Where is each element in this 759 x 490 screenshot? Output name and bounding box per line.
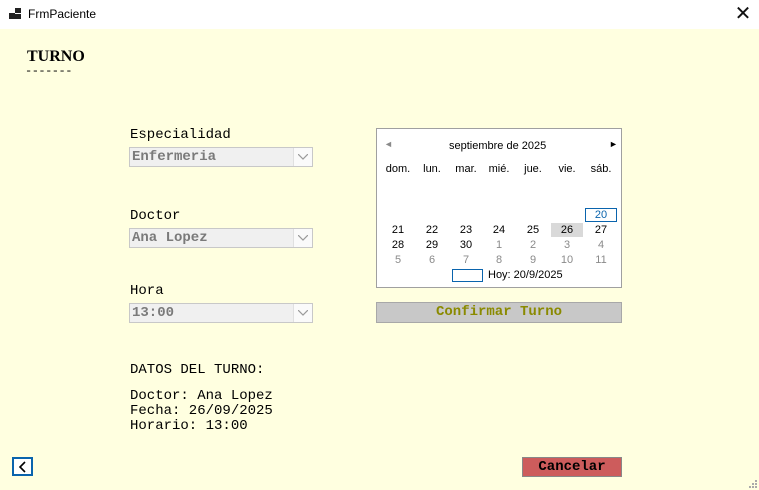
resize-grip-icon[interactable] <box>747 478 757 488</box>
datos-title: DATOS DEL TURNO: <box>130 362 265 378</box>
weekday-header: lun. <box>423 163 441 175</box>
calendar-day[interactable]: 21 <box>382 223 414 237</box>
calendar-day[interactable]: 26 <box>551 223 583 237</box>
title-bar: FrmPaciente ✕ <box>0 0 759 29</box>
weekday-header: vie. <box>558 163 576 175</box>
datos-fecha: Fecha: 26/09/2025 <box>130 403 273 419</box>
window-title: FrmPaciente <box>28 7 97 21</box>
calendar-month-label: septiembre de 2025 <box>449 140 547 152</box>
calendar-day[interactable]: 20 <box>585 208 617 222</box>
calendar-next-button[interactable]: ► <box>609 139 618 149</box>
title-underline: ------- <box>25 64 72 78</box>
weekday-header: mar. <box>455 163 477 175</box>
hora-value: 13:00 <box>132 305 175 321</box>
calendar-day[interactable]: 7 <box>450 253 482 267</box>
weekday-header: dom. <box>385 163 411 175</box>
datos-horario: Horario: 13:00 <box>130 418 248 434</box>
chevron-down-icon[interactable] <box>293 148 312 166</box>
calendar-day[interactable]: 2 <box>517 238 549 252</box>
today-marker <box>452 269 483 282</box>
calendar-day[interactable]: 3 <box>551 238 583 252</box>
confirm-turno-button[interactable]: Confirmar Turno <box>376 302 622 323</box>
calendar-day[interactable]: 9 <box>517 253 549 267</box>
month-calendar[interactable]: ◄ septiembre de 2025 ► Hoy: 20/9/2025 do… <box>376 128 622 288</box>
calendar-today-label[interactable]: Hoy: 20/9/2025 <box>488 269 563 281</box>
calendar-day[interactable]: 23 <box>450 223 482 237</box>
hora-select[interactable]: 13:00 <box>129 303 313 323</box>
hora-label: Hora <box>130 283 164 299</box>
calendar-day[interactable]: 27 <box>585 223 617 237</box>
doctor-label: Doctor <box>130 208 181 224</box>
calendar-day[interactable]: 8 <box>483 253 515 267</box>
calendar-day[interactable]: 6 <box>416 253 448 267</box>
calendar-prev-button[interactable]: ◄ <box>384 139 393 149</box>
calendar-day[interactable]: 5 <box>382 253 414 267</box>
cancel-button[interactable]: Cancelar <box>522 457 622 477</box>
app-window-icon <box>9 8 21 20</box>
chevron-left-icon <box>18 461 26 473</box>
calendar-day[interactable]: 10 <box>551 253 583 267</box>
close-button[interactable]: ✕ <box>727 0 759 29</box>
weekday-header: jue. <box>524 163 542 175</box>
calendar-day[interactable]: 29 <box>416 238 448 252</box>
calendar-day[interactable]: 22 <box>416 223 448 237</box>
doctor-select[interactable]: Ana Lopez <box>129 228 313 248</box>
datos-doctor: Doctor: Ana Lopez <box>130 388 273 404</box>
especialidad-select[interactable]: Enfermeria <box>129 147 313 167</box>
doctor-value: Ana Lopez <box>132 230 208 246</box>
calendar-day[interactable]: 30 <box>450 238 482 252</box>
chevron-down-icon[interactable] <box>293 304 312 322</box>
calendar-day[interactable]: 11 <box>585 253 617 267</box>
especialidad-value: Enfermeria <box>132 149 217 165</box>
weekday-header: sáb. <box>590 163 612 175</box>
especialidad-label: Especialidad <box>130 127 231 143</box>
chevron-down-icon[interactable] <box>293 229 312 247</box>
weekday-header: mié. <box>488 163 510 175</box>
calendar-day[interactable]: 1 <box>483 238 515 252</box>
calendar-day[interactable]: 28 <box>382 238 414 252</box>
calendar-day[interactable]: 25 <box>517 223 549 237</box>
back-button[interactable] <box>12 457 33 476</box>
calendar-day[interactable]: 24 <box>483 223 515 237</box>
calendar-day[interactable]: 4 <box>585 238 617 252</box>
